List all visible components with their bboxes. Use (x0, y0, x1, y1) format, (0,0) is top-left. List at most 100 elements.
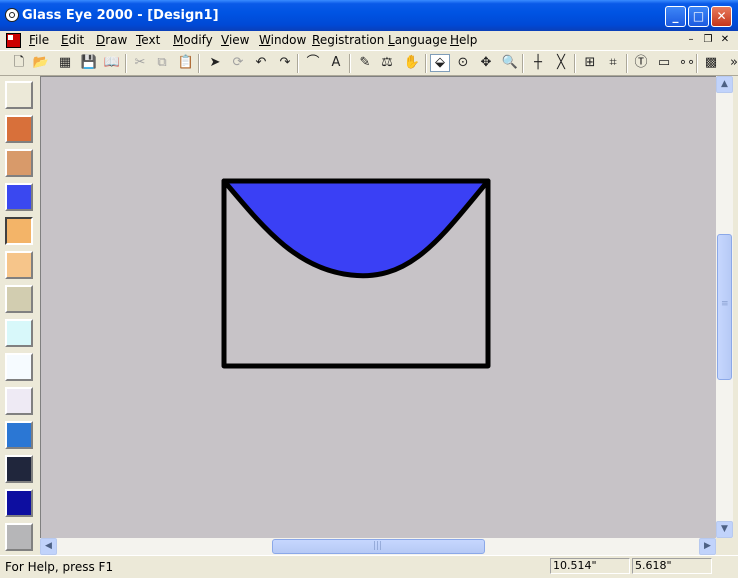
print-preview-icon: 📖 (103, 55, 121, 70)
glass-swatch-blank[interactable] (5, 81, 33, 109)
save-button[interactable]: 💾 (79, 54, 99, 72)
new-document-icon: 🗋 (13, 55, 25, 70)
text-cursor-button[interactable]: Ⓣ (631, 54, 651, 72)
ruler-button[interactable]: ▭ (654, 54, 674, 72)
rotate-node-icon: ⟳ (232, 55, 244, 70)
chevron-right-icon: ▶ (704, 541, 711, 551)
scroll-up-button[interactable]: ▲ (716, 76, 733, 93)
mdi-close-button[interactable]: ✕ (717, 33, 733, 47)
curve-tool-icon: ⌒ (306, 55, 320, 70)
vertical-scrollbar[interactable]: ▲ ≡ ▼ (716, 76, 733, 538)
text-tool-button[interactable]: A (326, 54, 346, 72)
glass-swatch-rippled-blue[interactable] (5, 421, 33, 449)
zoom-icon: 🔍 (501, 55, 519, 70)
window-title: Glass Eye 2000 - [Design1] (22, 8, 219, 23)
target-button[interactable]: ⊙ (453, 54, 473, 72)
glass-swatch-orange-amber[interactable] (5, 217, 33, 245)
application-window: Glass Eye 2000 - [Design1] _ □ ✕ File Ed… (0, 0, 738, 578)
grid-button[interactable]: ⊞ (580, 54, 600, 72)
move-arrows-button[interactable]: ✥ (476, 54, 496, 72)
rotate-node-button[interactable]: ⟳ (228, 54, 248, 72)
menu-window[interactable]: Window (259, 33, 306, 47)
glass-swatch-grey[interactable] (5, 523, 33, 551)
paste-button[interactable]: 📋 (176, 54, 196, 72)
document-system-icon[interactable] (6, 33, 21, 48)
title-bar[interactable]: Glass Eye 2000 - [Design1] _ □ ✕ (0, 0, 738, 31)
pattern-button[interactable]: ▩ (701, 54, 721, 72)
diagonal-cross-button[interactable]: ╳ (551, 54, 571, 72)
select-arrow-button[interactable]: ➤ (205, 54, 225, 72)
new-document-button[interactable]: 🗋 (9, 54, 29, 72)
scroll-right-button[interactable]: ▶ (699, 538, 716, 555)
paint-bucket-button[interactable]: ⬙ (430, 54, 450, 72)
overflow-chevron-button[interactable]: » (724, 54, 738, 72)
overflow-chevron-icon: » (730, 55, 738, 70)
undo-button[interactable]: ↶ (251, 54, 271, 72)
app-eye-icon[interactable] (5, 8, 19, 22)
mdi-restore-button[interactable]: ❐ (700, 33, 716, 47)
glass-swatch-cobalt[interactable] (5, 489, 33, 517)
menu-file[interactable]: File (29, 33, 49, 47)
glass-swatch-peach-mottled[interactable] (5, 149, 33, 177)
menu-draw[interactable]: Draw (96, 33, 127, 47)
pattern-icon: ▩ (704, 55, 718, 70)
minimize-button[interactable]: _ (665, 6, 686, 27)
toolbar-separator (626, 54, 628, 73)
menu-text[interactable]: Text (136, 33, 160, 47)
open-folder-button[interactable]: 📂 (31, 54, 51, 72)
menu-view[interactable]: View (221, 33, 249, 47)
hand-pan-button[interactable]: ✋ (402, 54, 422, 72)
close-button[interactable]: ✕ (711, 6, 732, 27)
vertical-scroll-thumb[interactable]: ≡ (717, 234, 732, 380)
grid-pattern-button[interactable]: ▦ (55, 54, 75, 72)
stamp-button[interactable]: ⚖ (377, 54, 397, 72)
scroll-corner (716, 538, 733, 555)
glass-swatch-navy-dark[interactable] (5, 455, 33, 483)
copy-button[interactable]: ⧉ (152, 54, 172, 72)
menu-modify[interactable]: Modify (173, 33, 213, 47)
horizontal-scrollbar[interactable]: ◀ ||| ▶ (40, 538, 716, 555)
horizontal-scroll-thumb[interactable]: ||| (272, 539, 485, 554)
glass-swatch-light-orange[interactable] (5, 251, 33, 279)
save-icon: 💾 (80, 55, 98, 70)
glass-swatch-pearl-white[interactable] (5, 387, 33, 415)
glass-swatch-blue[interactable] (5, 183, 33, 211)
maximize-icon: □ (692, 9, 705, 23)
glass-swatch-red-orange-streaky[interactable] (5, 115, 33, 143)
menu-language[interactable]: Language (388, 33, 447, 47)
mdi-minimize-button[interactable]: – (683, 33, 699, 47)
crosshair-button[interactable]: ┼ (528, 54, 548, 72)
minimize-icon: _ (672, 9, 679, 23)
cut-button[interactable]: ✂ (130, 54, 150, 72)
toolbar-separator (574, 54, 576, 73)
grid-pattern-icon: ▦ (58, 55, 72, 70)
scroll-down-button[interactable]: ▼ (716, 521, 733, 538)
pencil-button[interactable]: ✎ (355, 54, 375, 72)
toolbar-separator (522, 54, 524, 73)
ruler-icon: ▭ (657, 55, 671, 70)
menu-help[interactable]: Help (450, 33, 477, 47)
menu-registration[interactable]: Registration (312, 33, 384, 47)
toolbar-separator (198, 54, 200, 73)
zoom-button[interactable]: 🔍 (500, 54, 520, 72)
close-icon: ✕ (716, 9, 727, 23)
move-arrows-icon: ✥ (480, 55, 492, 70)
diagonal-cross-icon: ╳ (557, 55, 565, 70)
print-preview-button[interactable]: 📖 (102, 54, 122, 72)
chevron-up-icon: ▲ (721, 79, 728, 89)
curve-tool-button[interactable]: ⌒ (303, 54, 323, 72)
snap-grid-button[interactable]: ⌗ (603, 54, 623, 72)
toolbar-separator (297, 54, 299, 73)
redo-button[interactable]: ↷ (275, 54, 295, 72)
nodes-button[interactable]: ∘∘ (677, 54, 697, 72)
design-canvas[interactable] (40, 76, 716, 538)
envelope-flap-piece[interactable] (221, 178, 491, 279)
grid-icon: ⊞ (584, 55, 596, 70)
glass-swatch-white[interactable] (5, 353, 33, 381)
glass-swatch-cream-granite[interactable] (5, 285, 33, 313)
scroll-left-button[interactable]: ◀ (40, 538, 57, 555)
maximize-button[interactable]: □ (688, 6, 709, 27)
menu-edit[interactable]: Edit (61, 33, 84, 47)
glass-swatch-pale-aqua[interactable] (5, 319, 33, 347)
status-coord-x: 10.514" (550, 558, 630, 574)
